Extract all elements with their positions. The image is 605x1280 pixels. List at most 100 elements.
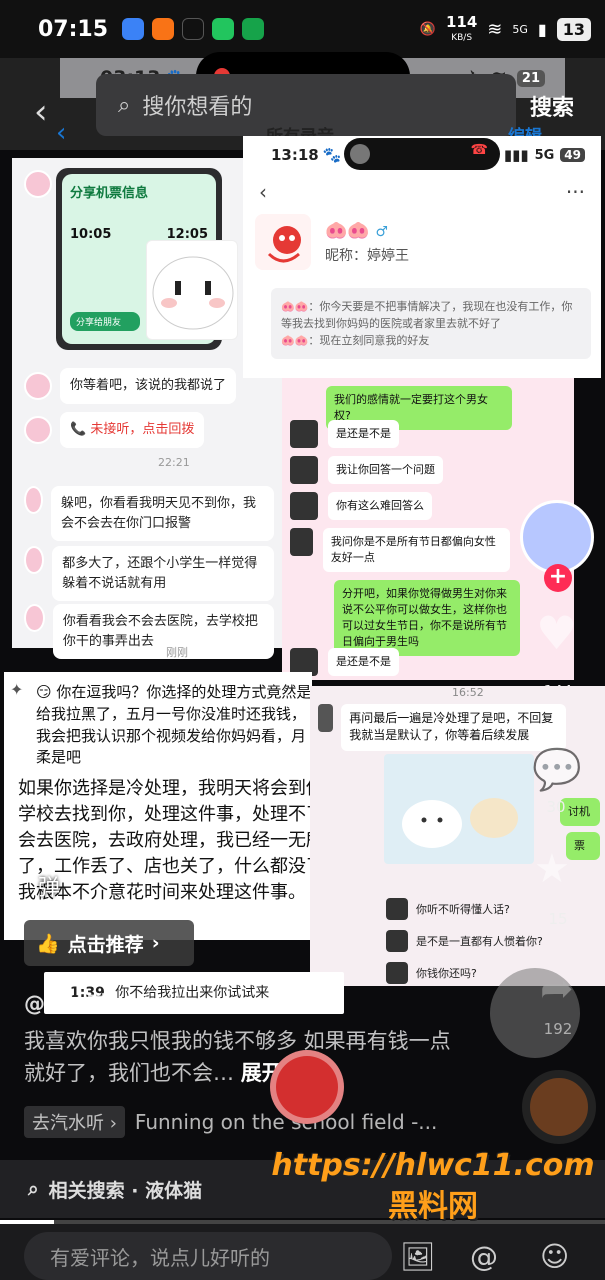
avatar: [24, 604, 45, 632]
app-icon: [122, 18, 145, 40]
status-time: 07:15: [38, 16, 109, 42]
paw-icon: 🐾: [322, 146, 342, 164]
search-icon: ⌕: [118, 92, 131, 118]
chat-bubble: 你有这么难回答么: [328, 492, 432, 520]
comment-icon[interactable]: 💬: [532, 746, 582, 793]
chat-timestamp: 16:52: [452, 686, 484, 699]
comment-count: 30: [546, 798, 566, 816]
chat-row: 躲吧，你看看我明天见不到你，我会不会去在你门口报警: [24, 486, 274, 541]
search-button[interactable]: 搜索: [530, 90, 574, 122]
avatar: [386, 962, 408, 984]
like-icon[interactable]: ♥: [536, 606, 577, 660]
status-bar: 07:15 🔕 114 KB/S ≋ 5G ▮ 13: [0, 0, 605, 58]
chat-bubble: 是还是不是: [328, 420, 399, 448]
chat-row: 你看看我会不会去医院，去学校把你干的事弄出去: [24, 604, 274, 659]
back-icon[interactable]: ‹: [259, 180, 267, 204]
chat-bubble: 你钱你还吗?: [416, 967, 477, 980]
record-button[interactable]: [270, 1050, 344, 1124]
dynamic-island: ☎: [344, 138, 500, 170]
wifi-icon: ≋: [487, 18, 503, 40]
avatar: [290, 528, 313, 556]
mention-icon[interactable]: @: [470, 1240, 498, 1273]
search-icon: ⌕: [28, 1178, 39, 1200]
inner-back-icon: ‹: [56, 118, 67, 148]
mute-icon: 🔕: [419, 21, 436, 37]
inner-battery: 21: [516, 69, 545, 87]
chat-bubble: 你看看我会不会去医院，去学校把你干的事弄出去: [52, 604, 274, 659]
avatar: [386, 930, 408, 952]
chat-bubble: 是不是一直都有人惯着你?: [416, 935, 543, 948]
video-caption: 我喜欢你我只恨我的钱不够多 如果再有钱一点就好了，我们也不会… 展开: [24, 1029, 451, 1085]
recommend-button[interactable]: 👍 点击推荐 ›: [24, 920, 194, 966]
image-icon[interactable]: 🖼: [400, 1240, 436, 1273]
chat-message-text: 😏 你在逗我吗？你选择的处理方式竟然是给我拉黑了，五月一号你没准时还我钱，我会把…: [36, 683, 312, 767]
chat-bubble-green: 分开吧，如果你觉得做男生对你来说不公平你可以做女生，这样你也可以过女生节日，你不…: [334, 580, 520, 656]
gender-icon: ♂: [375, 223, 389, 240]
watermark: https://hlwc11.com 黑料网: [271, 1148, 595, 1224]
chat-bubble: 都多大了，还跟个小学生一样觉得躲着不说话就有用: [52, 546, 274, 601]
chat-bubble: 我问你是不是所有节日都偏向女性友好一点: [322, 528, 510, 572]
app-icon: [182, 18, 205, 40]
product-image: [384, 754, 534, 864]
collect-count: 15: [548, 910, 568, 928]
avatar: [318, 704, 334, 732]
star-icon[interactable]: ★: [534, 846, 570, 892]
avatar: [24, 486, 43, 514]
back-button[interactable]: ‹: [34, 92, 48, 132]
chat-bubble: 你等着吧，该说的我都说了: [60, 368, 237, 404]
phone-icon: 📞: [70, 422, 87, 437]
danmu-toggle[interactable]: 弹: [38, 870, 60, 902]
verification-messages: 🐽🐽：你今天要是不把事情解决了，我现在也没有工作，你等我去找到你妈妈的医院或者家…: [271, 288, 591, 360]
chevron-right-icon: ›: [151, 932, 160, 954]
avatar: ✦: [10, 680, 24, 699]
chat-timestamp: 22:21: [158, 456, 190, 469]
follow-button[interactable]: +: [544, 564, 572, 592]
phone-icon: [212, 18, 235, 40]
chat-row: 📞 未接听，点击回拨: [24, 412, 205, 448]
chat-bubble: 你听不听得懂人话?: [416, 903, 510, 916]
chat-bubble: 是还是不是: [328, 648, 399, 676]
call-icon: ☎: [470, 142, 488, 158]
chat-row: 你等着吧，该说的我都说了: [24, 368, 237, 404]
missed-call-bubble[interactable]: 📞 未接听，点击回拨: [60, 412, 205, 448]
profile-avatar: [255, 214, 311, 270]
creator-avatar[interactable]: [520, 500, 594, 574]
message-icon: [242, 18, 265, 40]
share-ticket-button: 分享给朋友: [70, 312, 140, 331]
music-tag[interactable]: 去汽水听 ›: [24, 1106, 125, 1138]
profile-screenshot: 13:18 🐾 ▮▮▮ 5G 49 ‹ ··· 🐽🐽 ♂ 昵称：婷婷王 🐽🐽：你…: [243, 136, 601, 378]
music-disc[interactable]: [522, 1070, 596, 1144]
chat-bubble-green: 票: [566, 832, 600, 860]
avatar: [290, 492, 318, 520]
floating-button[interactable]: [490, 968, 580, 1058]
comment-input[interactable]: 有爱评论，说点儿好听的: [24, 1232, 392, 1280]
avatar: [24, 371, 52, 400]
music-bar[interactable]: 去汽水听 › Funning on the school field -...: [24, 1106, 437, 1138]
signal-icon: ▮: [537, 19, 547, 39]
chat-bubble: 再问最后一遍是冷处理了是吧，不回复我就当是默认了，你等着后续发展: [341, 704, 566, 751]
signal-icon: ▮▮▮: [503, 146, 529, 164]
chat-bubble: 我让你回答一个问题: [328, 456, 443, 484]
avatar: [290, 456, 318, 484]
avatar: [24, 415, 52, 444]
chat-timestamp: 刚刚: [166, 646, 188, 659]
thumbs-up-icon: 👍: [36, 932, 60, 955]
sticker-image: [146, 240, 238, 340]
chat-row: 都多大了，还跟个小学生一样觉得躲着不说话就有用: [24, 546, 274, 601]
avatar: [24, 170, 52, 202]
avatar: [290, 420, 318, 448]
emoji-icon[interactable]: ☺: [540, 1240, 569, 1273]
chat-bubble: 躲吧，你看看我明天见不到你，我会不会去在你门口报警: [50, 486, 274, 541]
app-icon: [152, 18, 175, 40]
avatar: [386, 898, 408, 920]
author-name[interactable]: @液体喵 3小时前: [24, 988, 191, 1018]
profile-nickname: 昵称：婷婷王: [325, 247, 409, 264]
smirk-emoji-icon: 😏: [36, 683, 52, 701]
avatar: [24, 546, 45, 574]
avatar: [350, 144, 370, 164]
net-speed: 114 KB/S: [445, 13, 478, 43]
status-right: 🔕 114 KB/S ≋ 5G ▮ 13: [420, 15, 591, 43]
profile-emoji-name: 🐽🐽 ♂: [325, 219, 389, 241]
more-icon[interactable]: ···: [566, 180, 585, 204]
battery-badge: 13: [556, 17, 591, 41]
